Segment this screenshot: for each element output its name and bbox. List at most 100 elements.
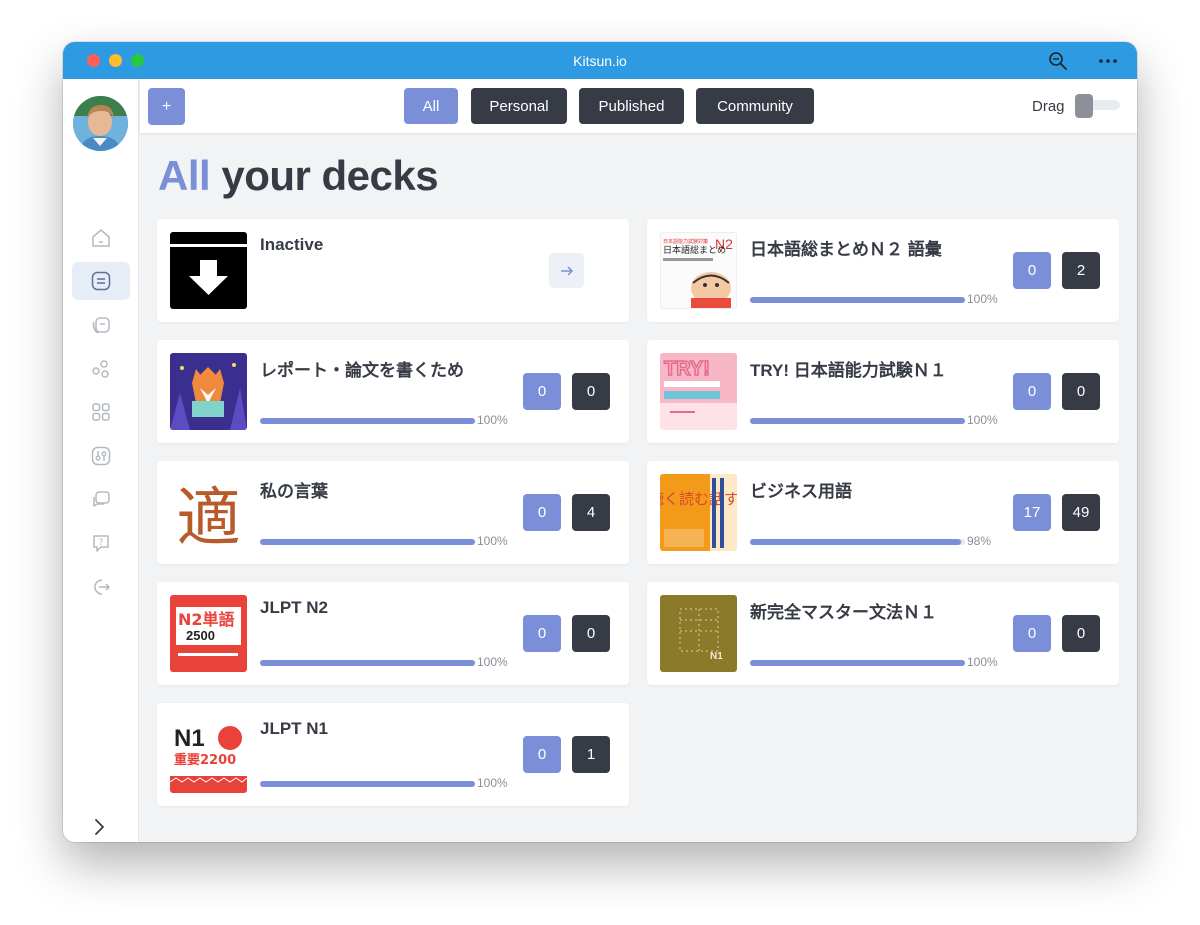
svg-text:2500: 2500 — [186, 628, 215, 643]
list-icon — [91, 271, 111, 291]
review-count-button[interactable]: 4 — [572, 494, 610, 531]
review-count-button[interactable]: 2 — [1062, 252, 1100, 289]
deck-card[interactable]: N1 新完全マスター文法Ｎ１ 100% 0 0 — [647, 582, 1119, 685]
deck-card[interactable]: レポート・論文を書くため 100% 0 0 — [157, 340, 629, 443]
tab-all[interactable]: All — [404, 88, 458, 124]
nav-chat[interactable] — [72, 481, 130, 519]
progress-bar — [750, 660, 965, 666]
svg-text:聴く読む話す: 聴く読む話す — [660, 490, 737, 508]
review-count-button[interactable]: 0 — [1062, 373, 1100, 410]
deck-card[interactable]: 聴く読む話す ビジネス用語 98% 17 49 — [647, 461, 1119, 564]
zoom-search-icon[interactable] — [1048, 51, 1068, 71]
progress-fill — [750, 418, 965, 424]
drag-label: Drag — [1032, 98, 1065, 115]
nav-decks[interactable] — [72, 262, 130, 300]
nav-bubbles[interactable] — [72, 350, 130, 388]
more-options-icon[interactable] — [1096, 51, 1120, 71]
review-count-button[interactable]: 0 — [1062, 615, 1100, 652]
deck-card[interactable]: N1 重要2200 JLPT N1 100% 0 1 — [157, 703, 629, 806]
bubbles-icon — [92, 360, 109, 378]
svg-text:重要2200: 重要2200 — [174, 752, 236, 768]
progress-bar — [750, 418, 965, 424]
tab-published[interactable]: Published — [579, 88, 684, 124]
svg-text:適: 適 — [177, 482, 241, 551]
progress-label: 100% — [477, 534, 508, 548]
new-count-button[interactable]: 0 — [1013, 252, 1051, 289]
deck-title: 私の言葉 — [260, 482, 328, 501]
progress-fill — [260, 781, 475, 787]
cards-icon — [92, 317, 110, 334]
deck-title: JLPT N2 — [260, 598, 329, 617]
deck-card-inactive[interactable]: Inactive — [157, 219, 629, 322]
progress-bar — [260, 781, 475, 787]
drag-toggle-knob[interactable] — [1075, 94, 1093, 118]
open-inactive-button[interactable] — [549, 253, 584, 288]
review-count-button[interactable]: 0 — [572, 373, 610, 410]
progress-fill — [260, 418, 475, 424]
deck-cover: TRY! — [660, 353, 737, 430]
progress-label: 100% — [967, 292, 998, 306]
new-count-button[interactable]: 0 — [1013, 615, 1051, 652]
progress-fill — [750, 660, 965, 666]
new-count-button[interactable]: 0 — [523, 615, 561, 652]
window-title: Kitsun.io — [573, 53, 627, 69]
toolbar: + All Personal Published Community Drag — [140, 79, 1137, 133]
page-title-accent: All — [158, 152, 211, 199]
progress-fill — [750, 539, 961, 545]
new-count-button[interactable]: 17 — [1013, 494, 1051, 531]
progress-bar — [750, 297, 965, 303]
chat-icon — [93, 491, 110, 507]
progress-fill — [260, 660, 475, 666]
progress-label: 100% — [477, 655, 508, 669]
grid-icon — [92, 403, 110, 421]
nav-settings[interactable] — [72, 437, 130, 475]
tab-community[interactable]: Community — [696, 88, 814, 124]
logout-icon — [94, 579, 111, 595]
progress-label: 98% — [967, 534, 992, 548]
deck-title: 新完全マスター文法Ｎ１ — [750, 603, 937, 622]
nav-help[interactable]: ? — [72, 524, 130, 562]
review-count-button[interactable]: 1 — [572, 736, 610, 773]
sidebar: ? — [63, 79, 139, 842]
drag-toggle[interactable] — [1075, 94, 1120, 118]
nav-cards[interactable] — [72, 306, 130, 344]
deck-title: ビジネス用語 — [750, 482, 852, 501]
deck-card[interactable]: 適 私の言葉 100% 0 4 — [157, 461, 629, 564]
new-count-button[interactable]: 0 — [523, 494, 561, 531]
progress-fill — [260, 539, 475, 545]
progress-bar — [750, 539, 965, 545]
nav-logout[interactable] — [72, 568, 130, 606]
deck-card[interactable]: TRY! TRY! 日本語能力試験Ｎ１ 100% 0 0 — [647, 340, 1119, 443]
svg-text:?: ? — [99, 538, 104, 548]
new-count-button[interactable]: 0 — [1013, 373, 1051, 410]
sliders-icon — [91, 446, 111, 466]
page-title: All your decks — [158, 152, 439, 200]
deck-title: Inactive — [260, 235, 324, 254]
svg-text:N1: N1 — [174, 725, 205, 752]
arrow-right-icon — [560, 265, 573, 276]
deck-card[interactable]: N2単語 2500 JLPT N2 100% 0 0 — [157, 582, 629, 685]
user-avatar[interactable] — [73, 96, 128, 151]
nav-home[interactable] — [72, 219, 130, 257]
help-icon: ? — [93, 535, 109, 552]
chevron-right-icon[interactable] — [87, 815, 111, 839]
tab-personal[interactable]: Personal — [471, 88, 567, 124]
nav-apps[interactable] — [72, 393, 130, 431]
add-deck-button[interactable]: + — [148, 88, 185, 125]
progress-label: 100% — [967, 413, 998, 427]
new-count-button[interactable]: 0 — [523, 736, 561, 773]
progress-label: 100% — [477, 413, 508, 427]
review-count-button[interactable]: 49 — [1062, 494, 1100, 531]
progress-bar — [260, 660, 475, 666]
deck-cover: 適 — [170, 474, 247, 551]
home-icon — [92, 229, 110, 247]
page-title-rest: your decks — [210, 152, 439, 199]
new-count-button[interactable]: 0 — [523, 373, 561, 410]
deck-cover: 聴く読む話す — [660, 474, 737, 551]
review-count-button[interactable]: 0 — [572, 615, 610, 652]
deck-title: レポート・論文を書くため — [260, 361, 464, 380]
progress-label: 100% — [967, 655, 998, 669]
svg-text:TRY!: TRY! — [664, 358, 710, 380]
deck-card[interactable]: 日本語能力試験対策 N2 日本語総まとめ 日本語総まとめＮ２ 語彙 100% 0… — [647, 219, 1119, 322]
progress-bar — [260, 539, 475, 545]
